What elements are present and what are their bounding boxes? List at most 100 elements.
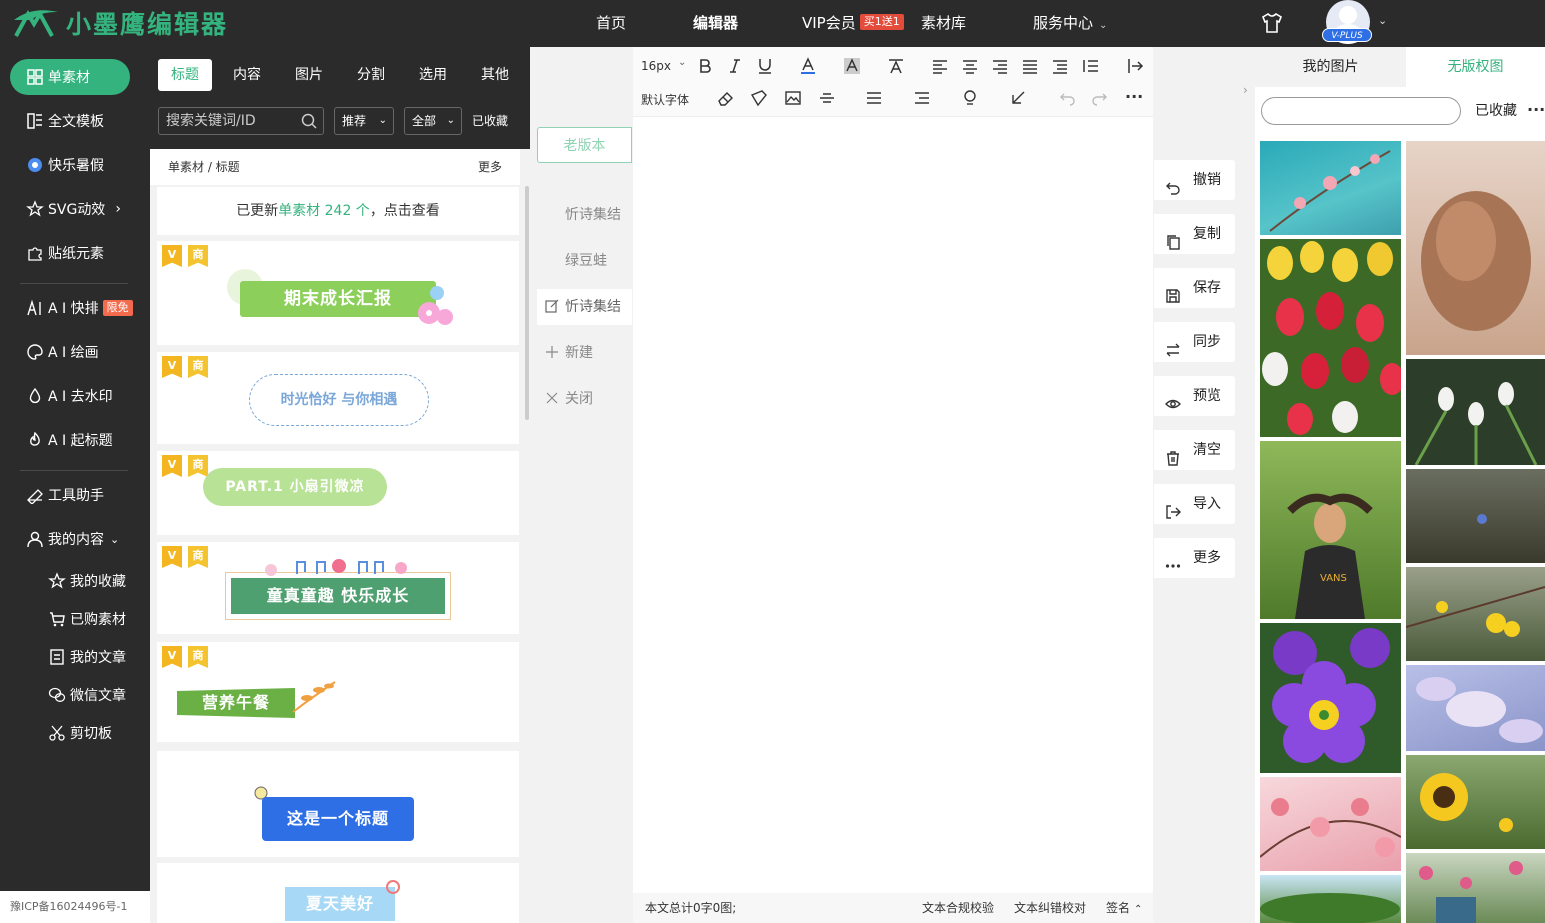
align-left-icon[interactable] <box>931 57 949 75</box>
indent-icon[interactable] <box>1051 57 1069 75</box>
italic-icon[interactable] <box>726 57 744 75</box>
material-card[interactable]: V商 期末成长汇报 <box>157 241 519 345</box>
chevron-down-icon[interactable]: ⌄ <box>1378 14 1387 27</box>
font-size-select[interactable]: 16px <box>641 59 671 73</box>
font-family-select[interactable]: 默认字体 <box>641 91 689 108</box>
material-card[interactable]: V商 营养午餐 <box>157 642 519 742</box>
editor-canvas[interactable] <box>633 117 1153 893</box>
nav-service[interactable]: 服务中心 ⌄ <box>1033 0 1107 47</box>
undo-button[interactable]: 撤销 <box>1154 160 1235 200</box>
version-item[interactable]: 忻诗集结 <box>537 197 632 233</box>
image-thumbnail-ground[interactable] <box>1406 469 1545 563</box>
close-version-button[interactable]: 关闭 <box>537 381 632 417</box>
clear-button[interactable]: 清空 <box>1154 430 1235 470</box>
highlight-color-icon[interactable] <box>843 57 861 75</box>
sidebar-item-favorites[interactable]: 我的收藏 <box>0 563 150 599</box>
old-version-button[interactable]: 老版本 <box>537 127 632 163</box>
nav-library[interactable]: 素材库 <box>921 0 966 47</box>
spacing-icon[interactable] <box>865 89 883 107</box>
sidebar-item-my-content[interactable]: 我的内容 ⌄ <box>0 521 150 557</box>
sidebar-item-ai-paint[interactable]: A I 绘画 <box>0 334 150 370</box>
underline-icon[interactable] <box>756 57 774 75</box>
tab-other[interactable]: 其他 <box>468 59 522 91</box>
nav-editor[interactable]: 编辑器 <box>693 0 738 47</box>
sidebar-item-templates[interactable]: 全文模板 <box>0 103 150 139</box>
material-card[interactable]: V商 时光恰好 与你相遇 <box>157 352 519 444</box>
filter-select[interactable]: 全部 ⌄ <box>404 107 462 135</box>
sidebar-item-articles[interactable]: 我的文章 <box>0 639 150 675</box>
image-thumbnail-man-in-grass[interactable]: VANS <box>1260 441 1401 619</box>
image-thumbnail-pink-blossoms[interactable] <box>1260 777 1401 871</box>
sidebar-item-tools[interactable]: 工具助手 <box>0 477 150 513</box>
arrow-down-left-icon[interactable] <box>1009 89 1027 107</box>
new-version-button[interactable]: 新建 <box>537 335 632 371</box>
image-thumbnail-snowdrops[interactable] <box>1406 359 1545 465</box>
tab-image[interactable]: 图片 <box>282 59 336 91</box>
image-thumbnail-cherry-branch[interactable] <box>1260 141 1401 235</box>
image-thumbnail-yellow-blossom[interactable] <box>1406 567 1545 661</box>
preview-button[interactable]: 预览 <box>1154 376 1235 416</box>
tab-divider[interactable]: 分割 <box>344 59 398 91</box>
search-icon[interactable] <box>300 112 318 130</box>
font-color-icon[interactable] <box>799 57 817 75</box>
tab-free-images[interactable]: 无版权图 <box>1406 47 1545 87</box>
sidebar-item-ai-title[interactable]: A I 起标题 <box>0 422 150 458</box>
error-check-button[interactable]: 文本纠错校对 <box>1014 893 1086 923</box>
tab-my-images[interactable]: 我的图片 <box>1255 47 1406 87</box>
align-right-icon[interactable] <box>991 57 1009 75</box>
image-panel-collapse-bar[interactable]: › <box>1240 47 1255 923</box>
image-icon[interactable] <box>784 89 802 107</box>
import-button[interactable]: 导入 <box>1154 484 1235 524</box>
sidebar-item-single-material[interactable]: 单素材 <box>0 59 150 95</box>
image-thumbnail-sunflower[interactable] <box>1406 755 1545 849</box>
tab-title[interactable]: 标题 <box>158 59 212 91</box>
copy-button[interactable]: 复制 <box>1154 214 1235 254</box>
more-icon[interactable]: ··· <box>1527 97 1545 123</box>
image-favorites-filter[interactable]: 已收藏 <box>1475 97 1517 125</box>
paragraph-icon[interactable] <box>913 89 931 107</box>
format-brush-icon[interactable] <box>750 89 768 107</box>
align-justify-icon[interactable] <box>1021 57 1039 75</box>
image-thumbnail-pink-buds[interactable] <box>1406 853 1545 923</box>
sidebar-item-wechat[interactable]: 微信文章 <box>0 677 150 713</box>
redo-icon[interactable] <box>1091 89 1109 107</box>
image-thumbnail-dried-blossom[interactable] <box>1406 141 1545 355</box>
more-actions-button[interactable]: 更多 <box>1154 538 1235 578</box>
nav-home[interactable]: 首页 <box>596 0 626 47</box>
nav-vip[interactable]: VIP会员 买1送1 <box>802 0 904 47</box>
chevron-down-icon[interactable]: ⌄ <box>678 57 686 68</box>
sync-button[interactable]: 同步 <box>1154 322 1235 362</box>
sidebar-item-svg[interactable]: SVG动效 › <box>0 191 150 227</box>
more-icon[interactable]: ··· <box>1125 87 1143 106</box>
material-card[interactable]: 这是一个标题 <box>157 751 519 857</box>
sidebar-item-summer[interactable]: 快乐暑假 <box>0 147 150 183</box>
material-card[interactable]: V商 童真童趣 快乐成长 <box>157 542 519 634</box>
image-search-input[interactable] <box>1261 97 1461 125</box>
divider-icon[interactable] <box>818 89 836 107</box>
eraser-icon[interactable] <box>717 89 735 107</box>
sort-select[interactable]: 推荐 ⌄ <box>334 107 394 135</box>
text-effect-icon[interactable] <box>887 57 905 75</box>
exit-icon[interactable] <box>1126 57 1144 75</box>
bulb-icon[interactable] <box>961 89 979 107</box>
material-card[interactable]: 夏天美好 <box>157 863 519 923</box>
favorites-filter[interactable]: 已收藏 <box>472 107 508 135</box>
bold-icon[interactable] <box>696 57 714 75</box>
sidebar-item-ai-watermark[interactable]: A I 去水印 <box>0 378 150 414</box>
material-scrollbar[interactable] <box>525 186 529 420</box>
image-thumbnail-lilac-flowers[interactable] <box>1406 665 1545 751</box>
material-card[interactable]: V商 PART.1 小扇引微凉 <box>157 451 519 535</box>
sidebar-item-ai-layout[interactable]: A I 快排 限免 <box>0 290 150 326</box>
undo-icon[interactable] <box>1058 89 1076 107</box>
more-link[interactable]: 更多 <box>478 149 502 185</box>
compliance-check-button[interactable]: 文本合规校验 <box>922 893 994 923</box>
save-button[interactable]: 保存 <box>1154 268 1235 308</box>
material-search-input[interactable]: 搜索关键词/ID <box>158 107 324 135</box>
align-center-icon[interactable] <box>961 57 979 75</box>
logo[interactable]: 小墨鹰编辑器 <box>12 6 228 40</box>
sidebar-item-purchased[interactable]: 已购素材 <box>0 601 150 637</box>
tshirt-icon[interactable] <box>1260 11 1284 35</box>
icp-license[interactable]: 豫ICP备16024496号-1 <box>0 891 150 923</box>
image-thumbnail-purple-flower[interactable] <box>1260 623 1401 773</box>
tab-content[interactable]: 内容 <box>220 59 274 91</box>
